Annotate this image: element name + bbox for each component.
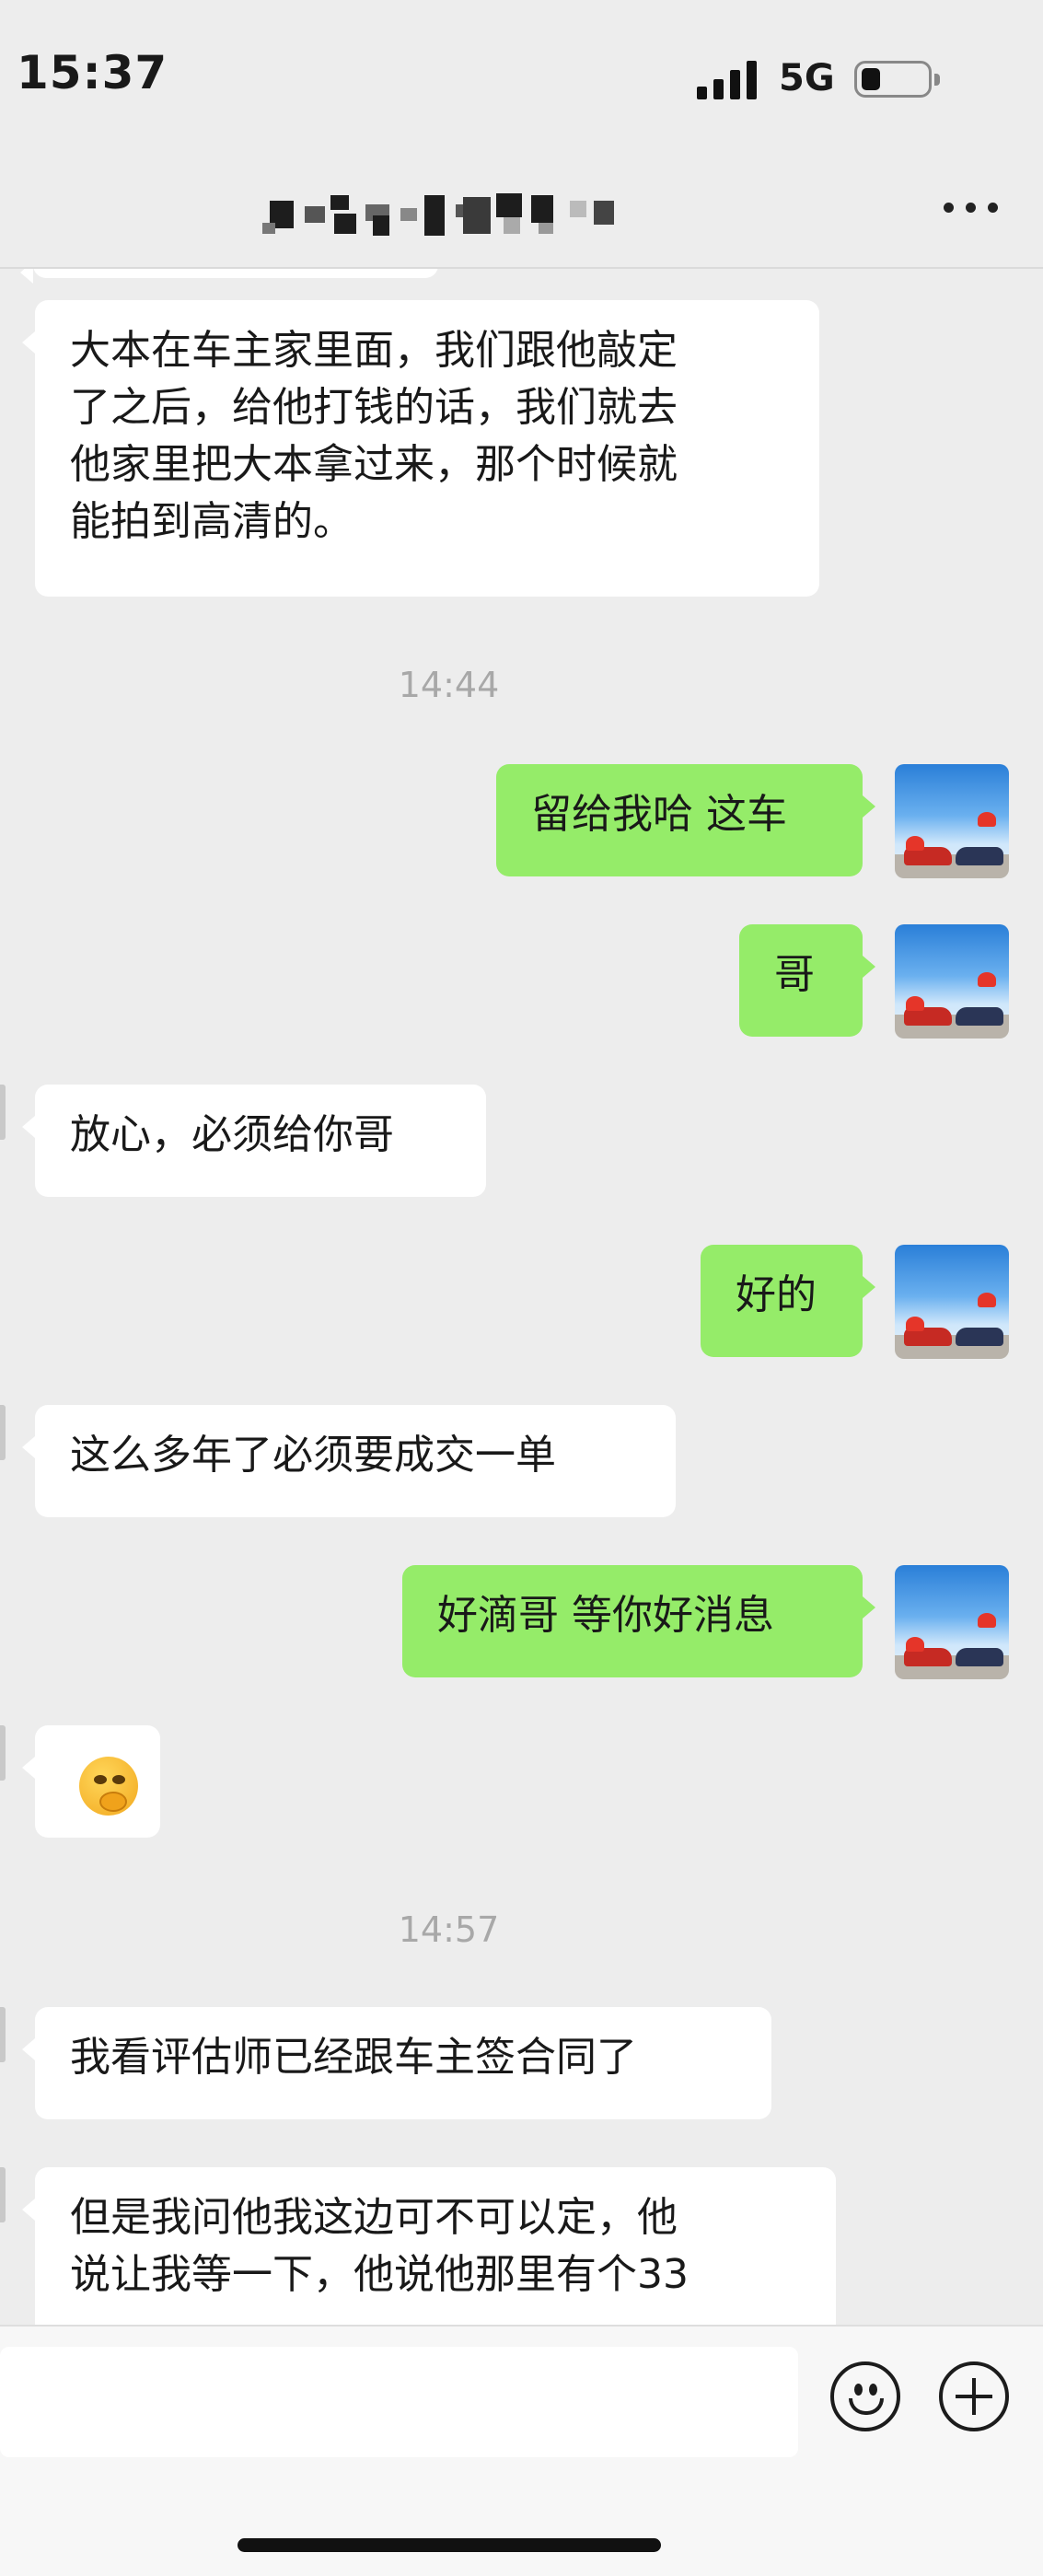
- plus-circle-icon[interactable]: [939, 2361, 1009, 2431]
- contact-name-mosaic[interactable]: [262, 188, 640, 241]
- emoji-message-bubble[interactable]: [22, 1725, 160, 1838]
- avatar-edge: [0, 2007, 6, 2062]
- my-avatar[interactable]: [895, 1245, 1009, 1359]
- status-bar: 15:37 5G: [0, 0, 1043, 157]
- my-avatar[interactable]: [895, 764, 1009, 878]
- status-time: 15:37: [17, 46, 168, 99]
- message-bubble-outgoing[interactable]: 好的: [701, 1245, 875, 1357]
- message-bubble-outgoing[interactable]: 好滴哥 等你好消息: [402, 1565, 875, 1677]
- home-indicator[interactable]: [238, 2538, 661, 2552]
- message-bubble-incoming[interactable]: 我看评估师已经跟车主签合同了: [22, 2007, 771, 2119]
- my-avatar[interactable]: [895, 924, 1009, 1039]
- message-bubble-incoming[interactable]: 放心，必须给你哥: [22, 1085, 486, 1197]
- chat-title-bar: [0, 157, 1043, 269]
- avatar-edge: [0, 1405, 6, 1460]
- message-timestamp: 14:44: [398, 665, 500, 705]
- more-dots-icon[interactable]: [944, 203, 999, 215]
- network-type: 5G: [779, 57, 835, 99]
- message-bubble-incoming[interactable]: 这么多年了必须要成交一单: [22, 1405, 676, 1517]
- message-timestamp: 14:57: [398, 1909, 500, 1950]
- avatar-edge: [0, 1725, 6, 1781]
- chat-messages[interactable]: 大本在车主家里面，我们跟他敲定 了之后，给他打钱的话，我们就去 他家里把大本拿过…: [0, 267, 1043, 2325]
- my-avatar[interactable]: [895, 1565, 1009, 1679]
- avatar-edge: [0, 1085, 6, 1140]
- message-bubble-incoming[interactable]: 但是我问他我这边可不可以定，他 说让我等一下，他说他那里有个33: [22, 2167, 836, 2325]
- message-input[interactable]: [0, 2347, 798, 2457]
- smiley-icon[interactable]: [830, 2361, 900, 2431]
- message-bubble-incoming[interactable]: 大本在车主家里面，我们跟他敲定 了之后，给他打钱的话，我们就去 他家里把大本拿过…: [22, 300, 819, 597]
- battery-icon: [854, 61, 940, 98]
- message-bubble-outgoing[interactable]: 留给我哈 这车: [496, 764, 875, 876]
- signal-icon: [697, 57, 761, 99]
- avatar-edge: [0, 2167, 6, 2222]
- thinking-face-emoji: [79, 1757, 138, 1816]
- message-bubble-outgoing[interactable]: 哥: [739, 924, 875, 1037]
- input-bar: [0, 2325, 1043, 2576]
